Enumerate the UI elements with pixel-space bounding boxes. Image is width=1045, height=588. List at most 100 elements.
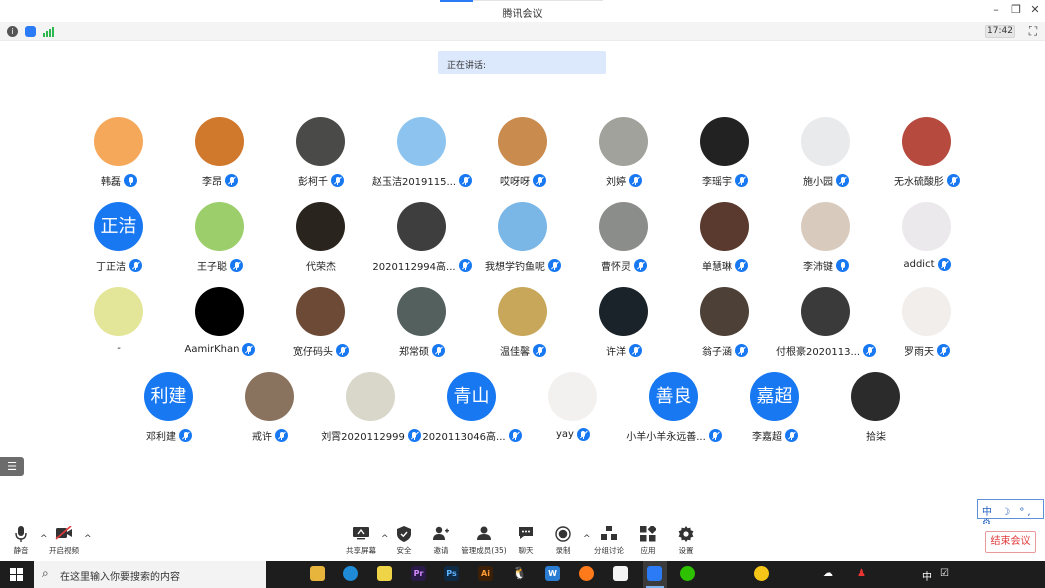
record-icon [554, 526, 572, 542]
participant-name: 拾柒 [866, 432, 886, 443]
minimize-icon[interactable]: – [987, 3, 1005, 19]
mic-muted-icon [836, 174, 849, 187]
word-icon[interactable]: W [545, 566, 560, 581]
edge-browser-icon[interactable] [343, 566, 358, 581]
settings-button[interactable]: 设置 [664, 526, 708, 556]
participant-name-row: addict [872, 258, 982, 271]
mic-muted-icon [576, 428, 590, 441]
file-explorer-icon[interactable] [310, 566, 325, 581]
participant-name: 曹怀灵 [601, 262, 631, 273]
mute-button[interactable]: 静音 [0, 526, 43, 556]
ime-indicator[interactable]: 中 [922, 568, 932, 583]
participant-name: 郑常硕 [399, 347, 429, 358]
mic-muted-icon [629, 344, 642, 357]
participant-name: 2020113046高... [422, 432, 506, 443]
participant-avatar [801, 287, 850, 336]
microphone-icon [836, 259, 849, 272]
participant-name-row: 代荣杰 [266, 258, 376, 273]
signal-icon[interactable] [43, 26, 54, 37]
taskbar-search-input[interactable]: ⌕ 在这里输入你要搜索的内容 [34, 561, 266, 588]
end-meeting-button[interactable]: 结束会议 [985, 531, 1036, 553]
title-accent-line [473, 0, 603, 1]
qq-icon[interactable]: 🐧 [512, 566, 527, 581]
close-icon[interactable]: ✕ [1026, 3, 1044, 19]
mic-muted-icon [735, 259, 748, 272]
participant-avatar [902, 117, 951, 166]
premiere-icon[interactable]: Pr [411, 566, 426, 581]
participant-name: 邓利建 [146, 432, 176, 443]
participant-name-row: 许洋 [569, 343, 679, 358]
checkbox-icon[interactable]: ☑ [940, 568, 949, 579]
participant-name: 王子聪 [197, 262, 227, 273]
participant-name-row: 温佳馨 [468, 343, 578, 358]
record-button[interactable]: 录制 [541, 526, 585, 556]
mic-muted-icon [179, 429, 192, 442]
participant-name-row: 丁正洁 [64, 258, 174, 273]
mic-muted-icon [735, 174, 748, 187]
chat-icon [517, 526, 535, 542]
participant-name-row: 刘霄2020112999 [316, 428, 426, 443]
participant-avatar [902, 202, 951, 251]
participant-avatar [599, 117, 648, 166]
start-icon[interactable] [10, 568, 23, 581]
participant-name-row: 罗雨天 [872, 343, 982, 358]
microphone-icon [12, 526, 30, 542]
tray-qq-icon[interactable]: ♟ [857, 568, 866, 579]
participant-avatar [700, 117, 749, 166]
video-off-icon [55, 525, 73, 542]
share-screen-button[interactable]: 共享屏幕 [339, 526, 383, 556]
participant-name-row: 李嘉超 [720, 428, 830, 443]
video-options-chevron-icon[interactable]: ^ [84, 534, 92, 544]
mic-muted-icon [275, 429, 288, 442]
participant-name-row: 王子聪 [165, 258, 275, 273]
participant-name-row: 付根豪2020113... [771, 343, 881, 358]
mic-muted-icon [937, 344, 950, 357]
participant-avatar [195, 287, 244, 336]
participant-avatar [94, 287, 143, 336]
search-icon: ⌕ [42, 566, 49, 580]
participant-name-row: 宽仔码头 [266, 343, 376, 358]
shield-icon[interactable] [25, 26, 36, 37]
gear-icon [677, 526, 695, 542]
participant-name: 李沛键 [803, 262, 833, 273]
tencent-meeting-icon[interactable] [647, 566, 662, 581]
breakout-icon [600, 526, 618, 542]
participant-avatar [548, 372, 597, 421]
participant-name: 戒许 [252, 432, 272, 443]
manage-members-button[interactable]: 管理成员(35) [461, 526, 507, 556]
list-view-icon[interactable]: ☰ [0, 457, 24, 476]
mic-muted-icon [533, 344, 546, 357]
info-icon[interactable]: i [7, 26, 18, 37]
participant-avatar: 善良 [649, 372, 698, 421]
cloud-icon[interactable]: ☁ [823, 568, 833, 579]
breakout-button[interactable]: 分组讨论 [587, 526, 631, 556]
mic-muted-icon [735, 344, 748, 357]
participant-avatar [801, 202, 850, 251]
firefox-icon[interactable] [579, 566, 594, 581]
ime-toolbar[interactable]: 中 ☽ °, ⚙ [977, 499, 1044, 529]
participant-avatar [700, 202, 749, 251]
video-button[interactable]: 开启视频 [42, 525, 86, 556]
photoshop-icon[interactable]: Ps [444, 566, 459, 581]
participant-name: - [117, 343, 121, 354]
restore-icon[interactable]: ❐ [1007, 3, 1025, 19]
wechat-icon[interactable] [680, 566, 695, 581]
tray-app-icon[interactable] [754, 566, 769, 581]
participant-avatar [498, 117, 547, 166]
members-icon [475, 526, 493, 542]
invite-button[interactable]: 邀请 [419, 526, 463, 556]
document-icon[interactable] [613, 566, 628, 581]
participant-name: 无水硫酸肜 [894, 177, 944, 188]
participant-name: 刘婷 [606, 177, 626, 188]
sticky-notes-icon[interactable] [377, 566, 392, 581]
participant-name: 我想学钓鱼呢 [485, 262, 545, 273]
participant-name-row: 2020113046高... [417, 428, 527, 443]
participant-name-row: 赵玉洁2019115... [367, 173, 477, 188]
participant-name: 许洋 [606, 347, 626, 358]
illustrator-icon[interactable]: Ai [478, 566, 493, 581]
fullscreen-icon[interactable]: ⛶ [1024, 24, 1042, 40]
mic-muted-icon [634, 259, 647, 272]
participant-avatar [296, 202, 345, 251]
participant-avatar [902, 287, 951, 336]
participant-avatar [397, 202, 446, 251]
